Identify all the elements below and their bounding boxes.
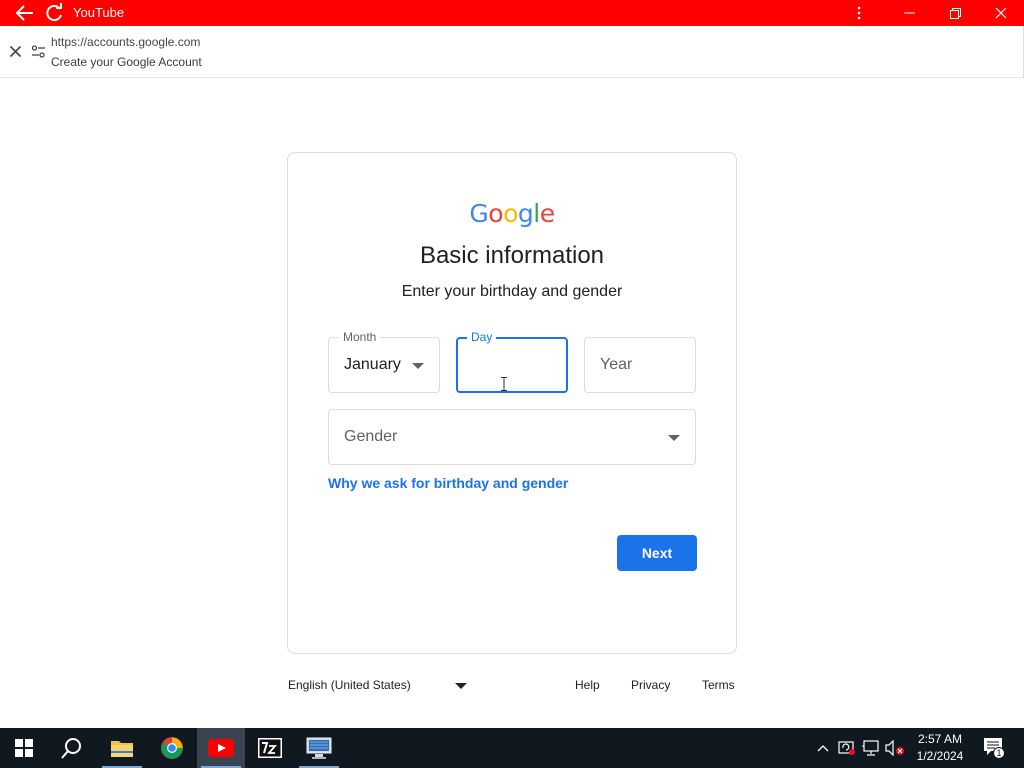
app-title-bar: YouTube	[0, 0, 1024, 26]
month-label: Month	[339, 330, 381, 344]
logo-letter: G	[469, 199, 489, 228]
signup-card: Google Basic information Enter your birt…	[287, 152, 737, 654]
youtube-icon	[208, 739, 234, 757]
logo-letter: e	[539, 199, 555, 228]
close-tab-icon[interactable]	[9, 45, 22, 63]
help-link[interactable]: Help	[575, 678, 600, 692]
remote-desktop-button[interactable]	[295, 728, 343, 768]
back-arrow-icon[interactable]	[14, 3, 36, 23]
clock-time: 2:57 AM	[917, 732, 963, 746]
chevron-up-icon[interactable]	[815, 738, 831, 758]
privacy-link[interactable]: Privacy	[631, 678, 670, 692]
start-button[interactable]	[0, 728, 48, 768]
chrome-icon	[161, 737, 183, 759]
month-value: January	[344, 356, 401, 373]
system-clock[interactable]: 2:57 AM 1/2/2024	[908, 731, 972, 765]
youtube-button[interactable]	[197, 728, 245, 768]
file-explorer-button[interactable]	[98, 728, 146, 768]
monitor-icon	[306, 737, 332, 759]
year-placeholder: Year	[600, 356, 633, 373]
folder-icon	[111, 741, 133, 757]
notification-center-icon[interactable]: 1	[982, 737, 1006, 759]
more-options-icon[interactable]	[852, 3, 866, 23]
custom-tab-bar: https://accounts.google.com Create your …	[0, 26, 1024, 78]
restore-button[interactable]	[932, 0, 978, 26]
year-input[interactable]: Year	[584, 337, 696, 393]
7zip-icon	[258, 738, 282, 758]
page-footer: English (United States) Help Privacy Ter…	[288, 677, 738, 697]
google-logo: Google	[288, 199, 736, 229]
reload-icon[interactable]	[43, 3, 65, 23]
url-text: https://accounts.google.com	[51, 35, 201, 49]
minimize-button[interactable]	[886, 0, 932, 26]
logo-letter: g	[517, 199, 534, 228]
search-button[interactable]	[48, 728, 96, 768]
7zip-button[interactable]	[246, 728, 294, 768]
logo-letter: o	[488, 199, 504, 228]
page-title: Create your Google Account	[51, 55, 202, 69]
gender-placeholder: Gender	[344, 428, 398, 445]
page-subheading: Enter your birthday and gender	[401, 283, 623, 300]
chevron-down-icon	[412, 363, 424, 369]
notification-count-badge: 1	[993, 747, 1005, 759]
day-input[interactable]: Day	[456, 330, 568, 393]
site-settings-icon[interactable]	[31, 45, 46, 63]
network-icon[interactable]	[862, 738, 880, 758]
windows-icon	[15, 739, 33, 757]
language-select[interactable]: English (United States)	[288, 678, 411, 692]
chevron-down-icon	[668, 435, 680, 441]
gender-select[interactable]: Gender	[328, 409, 696, 465]
chrome-button[interactable]	[148, 728, 196, 768]
window-title: YouTube	[73, 5, 125, 20]
taskbar: 2:57 AM 1/2/2024 1	[0, 728, 1024, 768]
next-button[interactable]: Next	[617, 535, 697, 571]
chevron-down-icon[interactable]	[455, 683, 467, 689]
logo-letter: o	[503, 199, 518, 228]
page-heading: Basic information	[419, 242, 605, 269]
text-cursor-icon	[501, 377, 507, 391]
clock-date: 1/2/2024	[916, 749, 964, 763]
month-select[interactable]: Month January	[328, 330, 440, 393]
update-icon[interactable]	[838, 738, 856, 758]
day-label: Day	[467, 330, 497, 344]
why-birthday-gender-link[interactable]: Why we ask for birthday and gender	[328, 475, 568, 491]
search-icon	[61, 738, 81, 759]
terms-link[interactable]: Terms	[702, 678, 735, 692]
close-window-button[interactable]	[978, 0, 1024, 26]
volume-muted-icon[interactable]	[885, 738, 905, 758]
